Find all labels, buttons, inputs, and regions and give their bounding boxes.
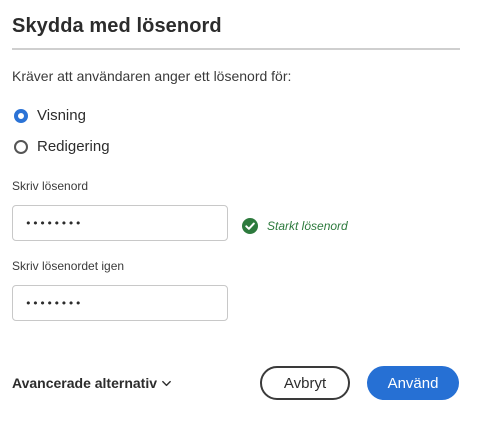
cancel-button[interactable]: Avbryt — [260, 366, 350, 400]
password-input[interactable] — [12, 205, 228, 241]
apply-button[interactable]: Använd — [367, 366, 459, 400]
radio-option-redigering[interactable]: Redigering — [14, 138, 110, 155]
confirm-password-input[interactable] — [12, 285, 228, 321]
radio-option-visning[interactable]: Visning — [14, 107, 86, 124]
radio-button-selected[interactable] — [14, 108, 28, 123]
title-divider — [12, 48, 460, 50]
radio-label-visning: Visning — [37, 107, 86, 124]
dialog-title: Skydda med lösenord — [12, 15, 222, 37]
password-label: Skriv lösenord — [12, 179, 89, 193]
radio-button-unselected[interactable] — [14, 139, 28, 154]
protect-with-password-dialog: Skydda med lösenord Kräver att användare… — [0, 0, 480, 432]
advanced-options-toggle[interactable]: Avancerade alternativ — [12, 375, 172, 391]
password-strength-text: Starkt lösenord — [267, 219, 348, 233]
radio-label-redigering: Redigering — [37, 138, 110, 155]
password-strength-indicator: Starkt lösenord — [242, 218, 348, 234]
confirm-password-label: Skriv lösenordet igen — [12, 259, 125, 273]
check-circle-icon — [242, 218, 258, 234]
dialog-description: Kräver att användaren anger ett lösenord… — [12, 68, 292, 84]
chevron-down-icon — [162, 380, 171, 386]
advanced-options-label: Avancerade alternativ — [12, 375, 157, 391]
